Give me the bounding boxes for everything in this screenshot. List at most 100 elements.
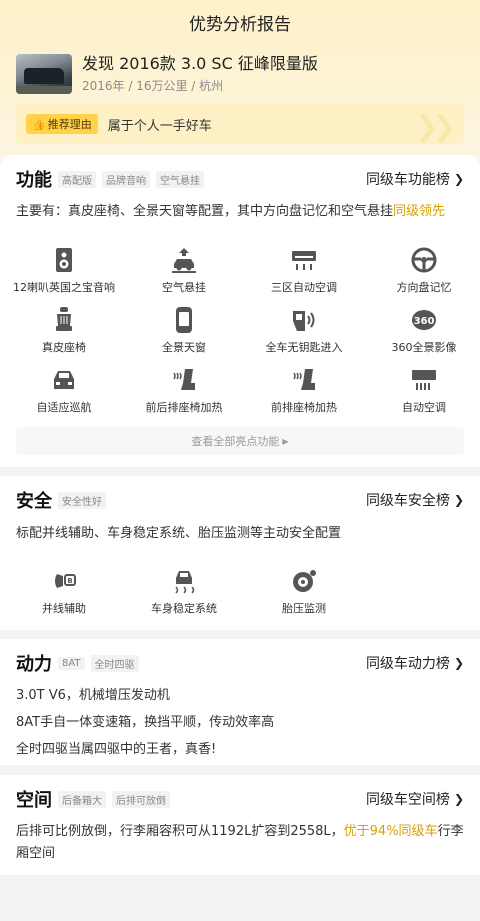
view-all-features-button[interactable]: 查看全部亮点功能 ▶ — [16, 427, 464, 455]
safety-title: 安全 — [16, 491, 52, 512]
features-description: 主要有：真皮座椅、全景天窗等配置，其中方向盘记忆和空气悬挂同级领先 — [16, 201, 468, 223]
lane-assist-icon: B — [55, 574, 76, 588]
power-rank-label: 同级车动力榜 — [365, 656, 450, 672]
leather-seat-icon — [56, 307, 72, 331]
power-tag: 全时四驱 — [90, 654, 139, 672]
car-title: 发现 2016款 3.0 SC 征峰限量版 — [82, 54, 318, 73]
features-title: 功能 — [16, 170, 52, 191]
safety-item[interactable]: 胎压监测 — [244, 568, 364, 628]
auto-ac-icon — [412, 370, 436, 390]
feature-tag: 空气悬挂 — [156, 170, 204, 188]
feature-item[interactable]: 前后排座椅加热 — [124, 367, 244, 427]
safety-label: 并线辅助 — [42, 602, 86, 615]
feature-label: 三区自动空调 — [271, 281, 337, 294]
feature-item[interactable]: 三区自动空调 — [244, 247, 364, 307]
space-desc-text: 后排可比例放倒，行李厢容积可从1192L扩容到2558L， — [16, 824, 344, 839]
safety-item[interactable]: B 并线辅助 — [4, 568, 124, 628]
feature-item[interactable]: 360 360全景影像 — [364, 307, 480, 367]
safety-label: 胎压监测 — [282, 602, 326, 615]
recommend-badge-label: 推荐理由 — [47, 118, 92, 131]
feature-label: 全车无钥匙进入 — [265, 341, 343, 354]
tri-zone-ac-icon — [292, 251, 316, 270]
thumbs-up-icon: 👍 — [32, 117, 46, 131]
tire-pressure-icon — [293, 570, 316, 592]
safety-label: 车身稳定系统 — [151, 602, 217, 615]
feature-label: 方向盘记忆 — [396, 281, 452, 294]
space-rank-label: 同级车空间榜 — [365, 792, 450, 808]
safety-card: 安全 安全性好 同级车安全榜 ❯ 标配并线辅助、车身稳定系统、胎压监测等主动安全… — [0, 476, 480, 630]
feature-label: 前排座椅加热 — [271, 401, 337, 414]
chevron-right-icon: ❯ — [453, 172, 464, 186]
car-summary[interactable]: 发现 2016款 3.0 SC 征峰限量版 2016年 / 16万公里 / 杭州 — [16, 52, 464, 96]
feature-label: 12喇叭英国之宝音响 — [13, 281, 115, 294]
steering-wheel-icon — [411, 247, 437, 273]
feature-item[interactable]: 全车无钥匙进入 — [244, 307, 364, 367]
safety-rank-link[interactable]: 同级车安全榜 ❯ — [366, 490, 464, 510]
feature-item[interactable]: 自动空调 — [364, 367, 480, 427]
speaker-icon — [56, 248, 72, 272]
feature-label: 360全景影像 — [391, 341, 457, 354]
recommend-badge: 👍 推荐理由 — [26, 114, 98, 134]
power-card: 动力 8AT 全时四驱 同级车动力榜 ❯ 3.0T V6，机械增压发动机 8AT… — [0, 639, 480, 765]
recommend-text: 属于个人一手好车 — [107, 118, 212, 134]
feature-label: 空气悬挂 — [162, 281, 206, 294]
power-line: 3.0T V6，机械增压发动机 — [16, 688, 170, 703]
feature-label: 真皮座椅 — [42, 341, 86, 354]
power-rank-link[interactable]: 同级车动力榜 ❯ — [366, 653, 464, 673]
recommend-reason: 👍 推荐理由 属于个人一手好车 ❯❯ — [16, 104, 464, 144]
safety-item[interactable]: 车身稳定系统 — [124, 568, 244, 628]
features-desc-highlight: 同级领先 — [393, 204, 446, 219]
feature-label: 自动空调 — [402, 401, 446, 414]
feature-label: 自适应巡航 — [36, 401, 92, 414]
feature-item[interactable]: 12喇叭英国之宝音响 — [4, 247, 124, 307]
features-rank-link[interactable]: 同级车功能榜 ❯ — [366, 169, 464, 189]
feature-item[interactable]: 全景天窗 — [124, 307, 244, 367]
view-all-features-label: 查看全部亮点功能 — [191, 435, 280, 448]
space-description: 后排可比例放倒，行李厢容积可从1192L扩容到2558L，优于94%同级车行李厢… — [16, 821, 468, 865]
svg-text:B: B — [67, 577, 72, 585]
top-bar: 优势分析报告 — [0, 0, 480, 44]
air-suspension-icon — [172, 248, 196, 273]
safety-rank-label: 同级车安全榜 — [365, 493, 450, 509]
feature-label: 前后排座椅加热 — [145, 401, 223, 414]
triangle-right-icon: ▶ — [282, 436, 289, 446]
power-line: 8AT手自一体变速箱，换挡平顺，传动效率高 — [16, 715, 275, 730]
car-thumbnail[interactable] — [16, 54, 72, 94]
safety-tag: 安全性好 — [58, 491, 106, 509]
feature-item[interactable]: 真皮座椅 — [4, 307, 124, 367]
adaptive-cruise-icon — [54, 371, 74, 389]
chevron-right-icon: ❯ — [453, 656, 464, 670]
power-tag: 8AT — [58, 656, 85, 670]
chevron-right-icon: ❯ — [453, 493, 464, 507]
car-subtitle: 2016年 / 16万公里 / 杭州 — [82, 79, 224, 93]
power-line: 全时四驱当属四驱中的王者，真香! — [16, 742, 217, 757]
space-tag: 后备箱大 — [58, 790, 106, 808]
feature-tag: 品牌音响 — [102, 170, 150, 188]
svg-text:360: 360 — [414, 316, 435, 327]
page-title: 优势分析报告 — [189, 14, 291, 35]
keyless-entry-icon — [293, 311, 315, 331]
feature-item[interactable]: 前排座椅加热 — [244, 367, 364, 427]
features-rank-label: 同级车功能榜 — [365, 172, 450, 188]
space-title: 空间 — [16, 790, 52, 811]
feature-tag: 高配版 — [58, 170, 96, 188]
panoramic-roof-icon — [176, 307, 192, 333]
features-card: 功能 高配版 品牌音响 空气悬挂 同级车功能榜 ❯ 主要有：真皮座椅、全景天窗等… — [0, 155, 480, 467]
feature-item[interactable]: 自适应巡航 — [4, 367, 124, 427]
feature-item[interactable]: 空气悬挂 — [124, 247, 244, 307]
space-rank-link[interactable]: 同级车空间榜 ❯ — [366, 789, 464, 809]
seat-heat-both-icon — [173, 369, 195, 390]
chevron-decoration-icon: ❯❯ — [415, 110, 456, 143]
safety-description: 标配并线辅助、车身稳定系统、胎压监测等主动安全配置 — [16, 526, 342, 541]
camera-360-icon: 360 — [412, 310, 436, 330]
seat-heat-front-icon — [293, 369, 315, 390]
space-desc-highlight: 优于94%同级车 — [343, 824, 438, 839]
features-desc-text: 主要有：真皮座椅、全景天窗等配置，其中方向盘记忆和空气悬挂 — [16, 204, 394, 219]
feature-label: 全景天窗 — [162, 341, 206, 354]
stability-control-icon — [175, 571, 195, 594]
space-tag: 后排可放倒 — [112, 790, 170, 808]
chevron-right-icon: ❯ — [453, 792, 464, 806]
space-card: 空间 后备箱大 后排可放倒 同级车空间榜 ❯ 后排可比例放倒，行李厢容积可从11… — [0, 775, 480, 875]
power-title: 动力 — [16, 654, 52, 675]
feature-item[interactable]: 方向盘记忆 — [364, 247, 480, 307]
